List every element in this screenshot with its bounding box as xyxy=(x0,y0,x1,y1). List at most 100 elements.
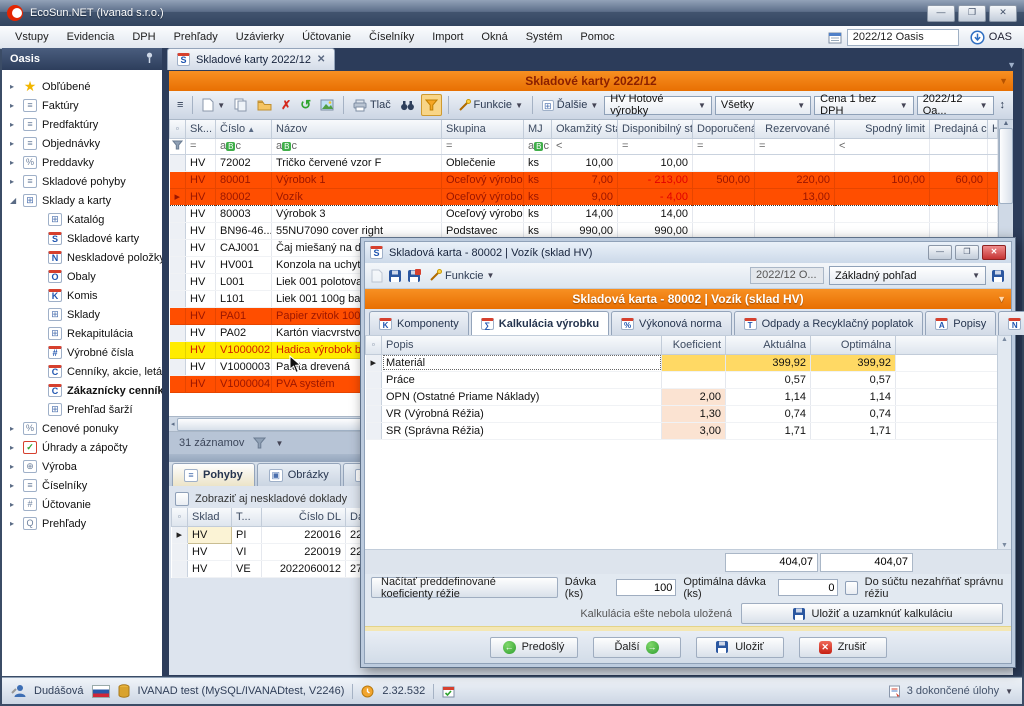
column-header-koeficient[interactable]: Koeficient xyxy=(662,336,726,354)
sidebar-item-prehľady[interactable]: ▸QPrehľady xyxy=(2,514,162,533)
menu-pomoc[interactable]: Pomoc xyxy=(571,29,623,45)
cell-popis[interactable]: Práce xyxy=(382,371,662,388)
previous-button[interactable]: ← Predošlý xyxy=(490,637,578,658)
tabstrip-chevron-icon[interactable]: ▼ xyxy=(1007,60,1022,70)
filter-button[interactable] xyxy=(421,94,442,116)
banner-chevron-icon[interactable]: ▼ xyxy=(997,294,1006,304)
sidebar-item-faktúry[interactable]: ▸≡Faktúry xyxy=(2,96,162,115)
table-row[interactable]: ▸Materiál399,92399,92 xyxy=(366,354,998,371)
tasks-button[interactable]: 3 dokončené úlohy ▼ xyxy=(888,685,1013,698)
filter-cell[interactable] xyxy=(988,138,998,154)
tree-expand-icon[interactable]: ▸ xyxy=(10,82,18,91)
filter-cell[interactable]: aBc xyxy=(524,138,552,154)
tab-obrázky[interactable]: ▣Obrázky xyxy=(257,463,341,486)
cell-popis[interactable]: SR (Správna Réžia) xyxy=(382,422,662,439)
new-document-icon[interactable] xyxy=(371,269,383,283)
tab-close-icon[interactable]: ✕ xyxy=(317,54,325,65)
table-row[interactable]: ▸HV80002VozíkOceľový výrobokks9,00- 4,00… xyxy=(170,188,998,205)
cancel-button[interactable]: ✕ Zrušiť xyxy=(799,637,887,658)
menu-dph[interactable]: DPH xyxy=(123,29,164,45)
toolbar-period-select[interactable]: 2022/12 Oa...▼ xyxy=(917,96,994,115)
column-header-sklad[interactable]: Sklad xyxy=(188,508,232,526)
tab-popisy[interactable]: APopisy xyxy=(925,311,996,335)
scrollbar-thumb[interactable] xyxy=(999,128,1013,204)
warehouse-select[interactable]: HV Hotové výrobky▼ xyxy=(604,96,712,115)
new-record-button[interactable]: ▼ xyxy=(199,95,228,115)
tree-expand-icon[interactable]: ▸ xyxy=(10,139,18,148)
cell-koeficient[interactable]: 3,00 xyxy=(662,422,726,439)
column-header-popis[interactable]: Popis xyxy=(382,336,662,354)
dialog-vertical-scrollbar[interactable]: ▲▼ xyxy=(997,336,1011,549)
pin-icon[interactable] xyxy=(145,52,154,67)
menu-vstupy[interactable]: Vstupy xyxy=(6,29,58,45)
minimize-button[interactable]: — xyxy=(927,5,955,22)
opt-davka-input[interactable] xyxy=(778,579,838,596)
tree-expand-icon[interactable]: ▸ xyxy=(10,120,18,129)
copy-record-button[interactable] xyxy=(231,95,251,115)
save-close-icon[interactable] xyxy=(407,269,421,283)
sidebar-item-číselníky[interactable]: ▸≡Číselníky xyxy=(2,476,162,495)
sidebar-item-rekapitulácia[interactable]: ⊞Rekapitulácia xyxy=(2,324,162,343)
sidebar-item-komis[interactable]: KKomis xyxy=(2,286,162,305)
sidebar-item-obľúbené[interactable]: ▸★Obľúbené xyxy=(2,77,162,96)
filter-cell[interactable]: = xyxy=(186,138,216,154)
sidebar-item-neskladové-položky[interactable]: NNeskladové položky xyxy=(2,248,162,267)
tab-netbiz[interactable]: NNetBiz xyxy=(998,311,1024,335)
cell-koeficient[interactable]: 1,30 xyxy=(662,405,726,422)
tree-expand-icon[interactable]: ▸ xyxy=(10,462,18,471)
column-header-disponibilný-stav[interactable]: Disponibilný stav xyxy=(618,120,693,138)
panel-title-chevron-icon[interactable]: ▼ xyxy=(999,76,1008,86)
cell-popis[interactable]: Materiál xyxy=(382,354,662,371)
column-header-indicator[interactable]: ◦ xyxy=(172,508,188,526)
tree-expand-icon[interactable]: ▸ xyxy=(10,481,18,490)
column-header-okamžitý-stav[interactable]: Okamžitý Stav xyxy=(552,120,618,138)
sidebar-item-účtovanie[interactable]: ▸#Účtovanie xyxy=(2,495,162,514)
filter-funnel-icon[interactable] xyxy=(253,437,266,449)
filter-cell[interactable]: aBc xyxy=(216,138,272,154)
table-row[interactable]: SR (Správna Réžia)3,001,711,71 xyxy=(366,422,998,439)
sidebar-item-výroba[interactable]: ▸⊕Výroba xyxy=(2,457,162,476)
sidebar-item-sklady[interactable]: ⊞Sklady xyxy=(2,305,162,324)
menu-uzávierky[interactable]: Uzávierky xyxy=(227,29,293,45)
show-nonstock-checkbox[interactable] xyxy=(175,492,189,506)
column-options-button[interactable]: ↕ xyxy=(997,95,1009,115)
sidebar-item-predfaktúry[interactable]: ▸≡Predfaktúry xyxy=(2,115,162,134)
menu-účtovanie[interactable]: Účtovanie xyxy=(293,29,360,45)
table-row[interactable]: HV72002Tričko červené vzor FOblečenieks1… xyxy=(170,154,998,171)
tree-expand-icon[interactable]: ▸ xyxy=(10,519,18,528)
save-view-icon[interactable] xyxy=(991,269,1005,283)
print-button[interactable]: Tlač xyxy=(350,95,394,115)
search-button[interactable] xyxy=(397,95,418,115)
table-row[interactable]: Práce0,570,57 xyxy=(366,371,998,388)
menu-prehľady[interactable]: Prehľady xyxy=(165,29,227,45)
delete-record-button[interactable]: ✗ xyxy=(278,95,294,115)
column-header-t[interactable]: T... xyxy=(232,508,262,526)
column-header-indicator[interactable]: ◦ xyxy=(366,336,382,354)
tab-odpady-a-recyklačný-poplatok[interactable]: TOdpady a Recyklačný poplatok xyxy=(734,311,924,335)
menu-číselníky[interactable]: Číselníky xyxy=(360,29,423,45)
layout-menu-button[interactable]: ≡ xyxy=(174,95,186,115)
exclude-overhead-checkbox[interactable] xyxy=(845,581,857,595)
tree-expand-icon[interactable]: ◢ xyxy=(10,196,18,205)
tab-komponenty[interactable]: KKomponenty xyxy=(369,311,469,335)
sidebar-item-skladové-karty[interactable]: SSkladové karty xyxy=(2,229,162,248)
column-header-predajná-cena[interactable]: Predajná cena xyxy=(930,120,988,138)
column-header-hla[interactable]: Hla... xyxy=(988,120,998,138)
filter-cell[interactable]: < xyxy=(835,138,930,154)
sidebar-item-cenové-ponuky[interactable]: ▸%Cenové ponuky xyxy=(2,419,162,438)
table-row[interactable]: VR (Výrobná Réžia)1,300,740,74 xyxy=(366,405,998,422)
menu-evidencia[interactable]: Evidencia xyxy=(58,29,124,45)
column-header-číslo-dl[interactable]: Číslo DL xyxy=(262,508,346,526)
filter-cell[interactable]: = xyxy=(693,138,755,154)
table-row[interactable]: OPN (Ostatné Priame Náklady)2,001,141,14 xyxy=(366,388,998,405)
sidebar-item-objednávky[interactable]: ▸≡Objednávky xyxy=(2,134,162,153)
cell-popis[interactable]: VR (Výrobná Réžia) xyxy=(382,405,662,422)
lock-calculation-button[interactable]: Uložiť a uzamknúť kalkuláciu xyxy=(741,603,1003,624)
save-icon[interactable] xyxy=(388,269,402,283)
filter-cell[interactable]: = xyxy=(618,138,693,154)
cell-koeficient[interactable] xyxy=(662,371,726,388)
column-header-rezervované[interactable]: Rezervované xyxy=(755,120,835,138)
column-header-názov[interactable]: Názov xyxy=(272,120,442,138)
tree-expand-icon[interactable]: ▸ xyxy=(10,424,18,433)
davka-input[interactable] xyxy=(616,579,676,596)
